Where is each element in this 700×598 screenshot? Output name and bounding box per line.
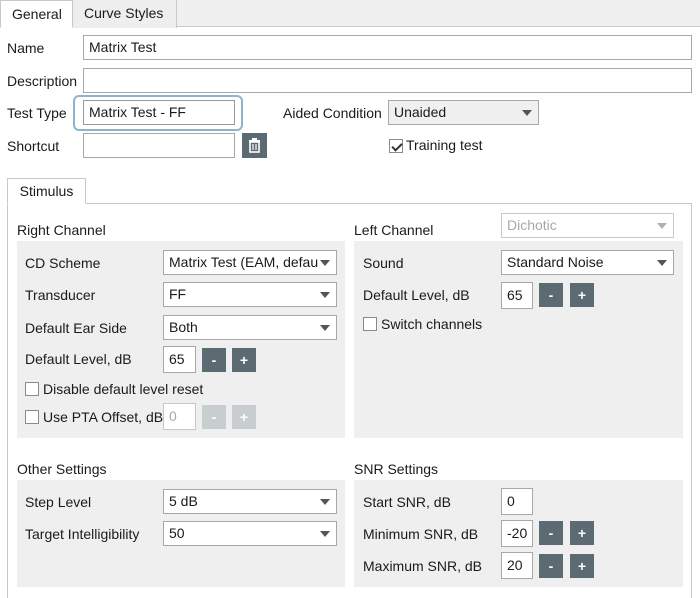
chevron-down-icon xyxy=(657,260,667,266)
use-pta-offset-label: Use PTA Offset, dB xyxy=(43,409,164,425)
disable-level-reset-label: Disable default level reset xyxy=(43,381,204,397)
minimum-snr-increase-button[interactable]: + xyxy=(570,521,594,545)
transducer-label: Transducer xyxy=(25,287,96,303)
step-level-label: Step Level xyxy=(25,494,92,510)
transducer-value: FF xyxy=(169,286,187,302)
disable-level-reset-checkbox[interactable] xyxy=(25,382,39,396)
minimum-snr-decrease-button[interactable]: - xyxy=(539,521,563,545)
tab-general[interactable]: General xyxy=(0,0,73,28)
other-settings-title: Other Settings xyxy=(17,461,107,477)
chevron-down-icon xyxy=(657,223,667,229)
description-label: Description xyxy=(7,73,78,89)
pta-offset-decrease-button[interactable]: - xyxy=(202,405,226,429)
left-level-input[interactable]: 65 xyxy=(501,282,533,309)
maximum-snr-label: Maximum SNR, dB xyxy=(363,558,483,574)
maximum-snr-input[interactable]: 20 xyxy=(501,552,533,579)
transducer-select[interactable]: FF xyxy=(163,282,337,307)
aided-condition-label: Aided Condition xyxy=(283,105,382,121)
aided-condition-value: Unaided xyxy=(394,104,447,120)
left-level-increase-button[interactable]: + xyxy=(570,283,594,307)
left-level-decrease-button[interactable]: - xyxy=(539,283,563,307)
chevron-down-icon xyxy=(320,499,330,505)
test-type-input[interactable]: Matrix Test - FF xyxy=(83,100,235,125)
chevron-down-icon xyxy=(320,531,330,537)
minimum-snr-input[interactable]: -20 xyxy=(501,520,533,547)
description-input[interactable] xyxy=(83,68,692,93)
right-level-label: Default Level, dB xyxy=(25,351,132,367)
right-channel-title: Right Channel xyxy=(17,222,106,238)
start-snr-input[interactable]: 0 xyxy=(501,488,533,515)
tab-curve-styles[interactable]: Curve Styles xyxy=(73,0,177,28)
shortcut-label: Shortcut xyxy=(7,138,60,154)
snr-settings-title: SNR Settings xyxy=(354,461,439,477)
start-snr-label: Start SNR, dB xyxy=(363,494,451,510)
cd-scheme-label: CD Scheme xyxy=(25,255,101,271)
shortcut-input[interactable] xyxy=(83,133,235,158)
channel-mode-value: Dichotic xyxy=(507,217,557,233)
clear-shortcut-button[interactable] xyxy=(242,133,267,158)
training-test-checkbox[interactable] xyxy=(389,139,403,153)
maximum-snr-increase-button[interactable]: + xyxy=(570,554,594,578)
use-pta-offset-checkbox[interactable] xyxy=(25,410,39,424)
cd-scheme-select[interactable]: Matrix Test (EAM, defau xyxy=(163,250,337,275)
channel-mode-select[interactable]: Dichotic xyxy=(501,213,674,238)
tab-curve-styles-label: Curve Styles xyxy=(84,5,164,21)
chevron-down-icon xyxy=(320,325,330,331)
ear-side-select[interactable]: Both xyxy=(163,315,337,340)
pta-offset-input[interactable]: 0 xyxy=(163,403,196,430)
chevron-down-icon xyxy=(320,260,330,266)
cd-scheme-value: Matrix Test (EAM, defau xyxy=(169,254,319,270)
trash-icon xyxy=(249,138,260,153)
tab-stimulus-label: Stimulus xyxy=(19,183,74,199)
ear-side-label: Default Ear Side xyxy=(25,320,127,336)
sound-value: Standard Noise xyxy=(507,254,604,270)
right-level-decrease-button[interactable]: - xyxy=(202,348,226,372)
left-channel-title: Left Channel xyxy=(354,222,434,238)
switch-channels-checkbox[interactable] xyxy=(363,317,377,331)
ear-side-value: Both xyxy=(169,319,198,335)
switch-channels-label: Switch channels xyxy=(381,316,483,332)
pta-offset-increase-button[interactable]: + xyxy=(232,405,256,429)
tab-stimulus[interactable]: Stimulus xyxy=(7,178,86,204)
minimum-snr-label: Minimum SNR, dB xyxy=(363,526,479,542)
target-intelligibility-label: Target Intelligibility xyxy=(25,526,140,542)
step-level-select[interactable]: 5 dB xyxy=(163,489,337,514)
training-test-label: Training test xyxy=(406,137,483,153)
chevron-down-icon xyxy=(320,292,330,298)
name-label: Name xyxy=(7,40,45,56)
sound-label: Sound xyxy=(363,255,404,271)
aided-condition-select[interactable]: Unaided xyxy=(388,100,539,125)
chevron-down-icon xyxy=(522,110,532,116)
right-level-input[interactable]: 65 xyxy=(163,346,196,373)
maximum-snr-decrease-button[interactable]: - xyxy=(539,554,563,578)
step-level-value: 5 dB xyxy=(169,493,198,509)
left-level-label: Default Level, dB xyxy=(363,287,470,303)
target-intelligibility-value: 50 xyxy=(169,525,185,541)
target-intelligibility-select[interactable]: 50 xyxy=(163,521,337,546)
test-type-label: Test Type xyxy=(7,105,67,121)
name-input[interactable]: Matrix Test xyxy=(83,35,692,60)
sound-select[interactable]: Standard Noise xyxy=(501,250,674,275)
tab-general-label: General xyxy=(12,6,62,22)
right-level-increase-button[interactable]: + xyxy=(232,348,256,372)
